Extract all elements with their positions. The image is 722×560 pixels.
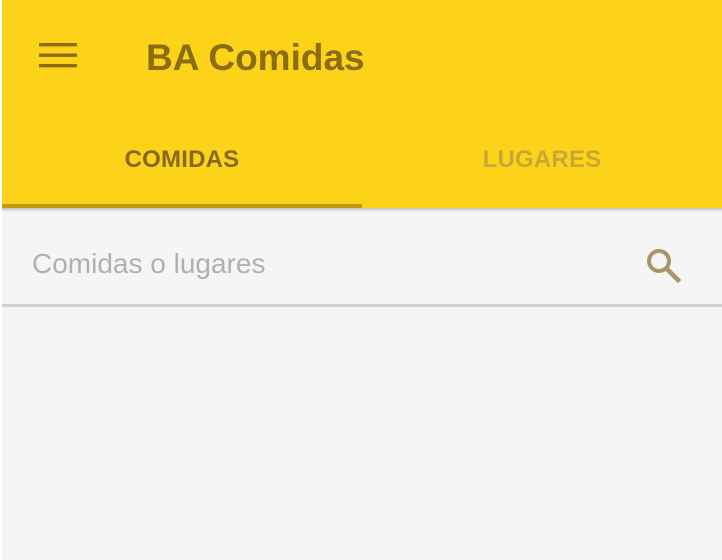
hamburger-menu-icon <box>39 43 77 68</box>
tab-bar: COMIDAS LUGARES <box>2 118 722 208</box>
toolbar: BA Comidas <box>2 0 722 118</box>
search-input[interactable] <box>32 242 612 286</box>
tab-comidas-label: COMIDAS <box>124 146 240 173</box>
tab-comidas[interactable]: COMIDAS <box>2 118 362 208</box>
app-bar: BA Comidas COMIDAS LUGARES <box>2 0 722 208</box>
search-button[interactable] <box>640 242 686 288</box>
menu-button[interactable] <box>32 30 82 80</box>
left-edge <box>0 0 2 560</box>
app-title: BA Comidas <box>146 37 365 78</box>
results-area <box>0 307 722 560</box>
tab-lugares[interactable]: LUGARES <box>362 118 722 208</box>
search-bar <box>0 212 722 305</box>
tab-lugares-label: LUGARES <box>482 146 602 173</box>
search-icon <box>647 249 682 284</box>
app-screen: BA Comidas COMIDAS LUGARES <box>0 0 722 560</box>
